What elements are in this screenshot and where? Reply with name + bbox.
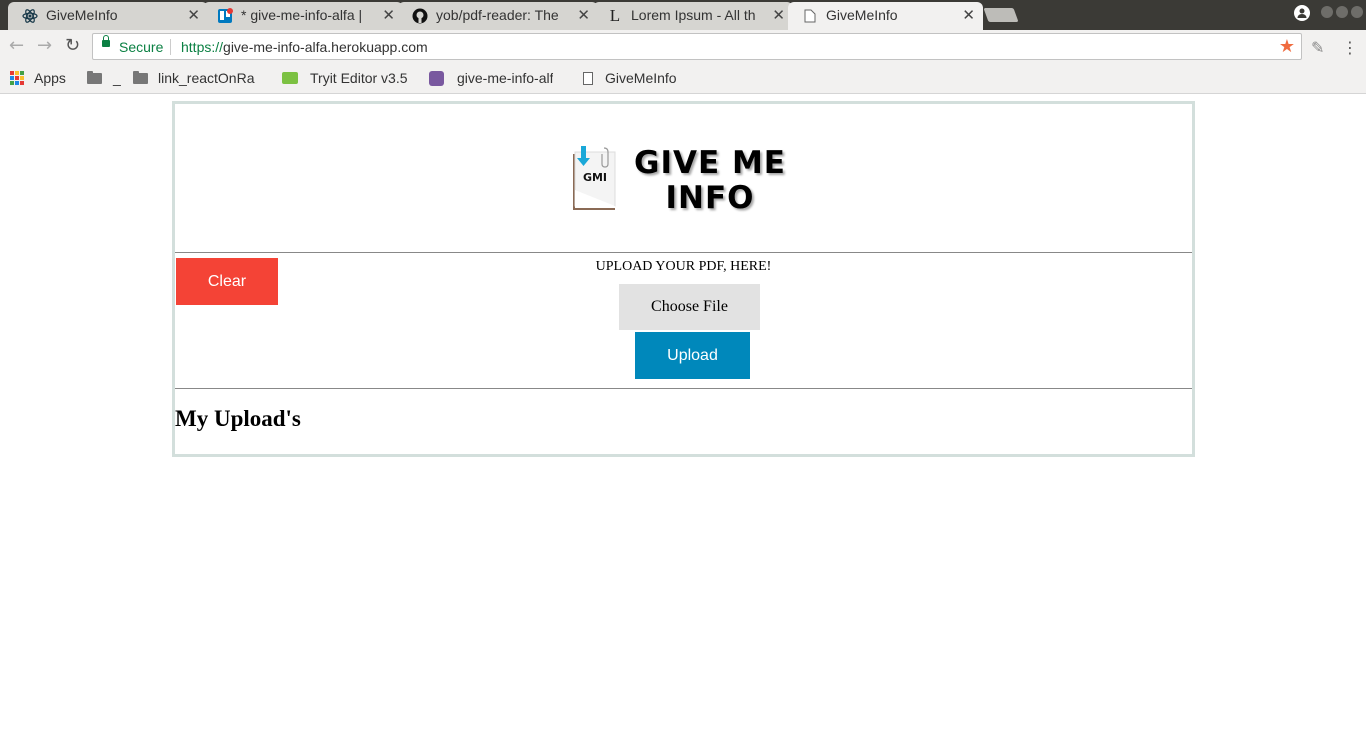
tab-givemeinfo-active[interactable]: GiveMeInfo ✕ [788, 2, 983, 30]
bookmark-apps[interactable]: Apps [10, 69, 66, 87]
bookmark-label: Tryit Editor v3.5 [310, 70, 408, 86]
w3schools-icon [282, 72, 298, 84]
heroku-icon [429, 70, 444, 86]
bookmarks-bar: Apps _ link_reactOnRa Tryit Editor v3.5 … [0, 64, 1366, 94]
upload-button[interactable]: Upload [635, 332, 750, 379]
my-uploads-heading: My Upload's [175, 406, 301, 431]
bookmark-givemeinfo[interactable]: GiveMeInfo [583, 69, 677, 87]
tab-github[interactable]: yob/pdf-reader: The ✕ [398, 2, 598, 30]
folder-icon [133, 70, 148, 84]
close-icon[interactable]: ✕ [187, 6, 200, 24]
url-text[interactable]: https://give-me-info-alfa.herokuapp.com [181, 39, 428, 55]
bookmark-folder-underscore[interactable]: _ [113, 69, 121, 87]
section-divider [175, 388, 1192, 389]
secure-label: Secure [119, 39, 164, 55]
logo-title: GIVE ME INFO [630, 146, 790, 216]
tab-title: Lorem Ipsum - All th [631, 7, 756, 23]
lorem-ipsum-icon: L [609, 6, 621, 25]
github-icon [412, 8, 428, 24]
bookmark-label: Apps [34, 70, 66, 86]
extension-pencil-icon[interactable]: ✎ [1311, 38, 1324, 57]
tab-title: GiveMeInfo [826, 7, 898, 23]
bookmark-heroku[interactable]: give-me-info-alf [429, 69, 553, 87]
browser-menu-icon[interactable]: ⋮ [1342, 38, 1358, 57]
bookmark-folder-link-react[interactable]: link_reactOnRa [133, 69, 255, 87]
tab-trello[interactable]: * give-me-info-alfa | ✕ [203, 2, 403, 30]
bookmark-star-icon[interactable]: ★ [1279, 36, 1295, 57]
upload-prompt: UPLOAD YOUR PDF, HERE! [595, 259, 772, 274]
close-icon[interactable]: ✕ [772, 6, 785, 24]
trello-icon [217, 8, 233, 24]
logo-line-2: INFO [665, 180, 755, 216]
choose-file-button[interactable]: Choose File [619, 284, 760, 330]
tab-title: * give-me-info-alfa | [241, 7, 363, 23]
tab-lorem-ipsum[interactable]: L Lorem Ipsum - All th ✕ [593, 2, 793, 30]
tab-strip: GiveMeInfo ✕ * give-me-info-alfa | ✕ yob… [0, 0, 1366, 30]
maximize-icon[interactable] [1336, 6, 1348, 18]
url-host: give-me-info-alfa.herokuapp.com [223, 39, 428, 55]
address-bar[interactable]: Secure https://give-me-info-alfa.herokua… [92, 33, 1302, 60]
close-icon[interactable]: ✕ [382, 6, 395, 24]
back-icon[interactable]: ← [9, 36, 24, 56]
lock-icon [102, 35, 110, 47]
logo-badge-text: GMI [582, 171, 608, 184]
tab-givemeinfo-1[interactable]: GiveMeInfo ✕ [8, 2, 208, 30]
bookmark-label: _ [113, 70, 121, 86]
new-tab-button[interactable] [983, 8, 1019, 22]
tab-title: GiveMeInfo [46, 7, 118, 23]
forward-icon[interactable]: → [37, 36, 52, 56]
browser-toolbar: ← → ↻ Secure https://give-me-info-alfa.h… [0, 30, 1366, 64]
close-icon[interactable]: ✕ [962, 6, 975, 24]
folder-icon [87, 70, 102, 84]
reload-icon[interactable]: ↻ [65, 36, 80, 56]
close-icon[interactable]: ✕ [577, 6, 590, 24]
page-header: GMI GIVE ME INFO [175, 104, 1192, 252]
bookmark-label: GiveMeInfo [605, 70, 677, 86]
react-icon [22, 8, 38, 24]
logo-line-1: GIVE ME [634, 145, 786, 181]
main-card: GMI GIVE ME INFO Clear UPLOAD YOUR PDF, … [172, 101, 1195, 457]
minimize-icon[interactable] [1321, 6, 1333, 18]
apps-grid-icon [10, 71, 24, 85]
bookmark-label: link_reactOnRa [158, 70, 255, 86]
page-icon [583, 71, 593, 85]
url-scheme: https:// [181, 39, 224, 55]
bookmark-tryit-editor[interactable]: Tryit Editor v3.5 [282, 69, 408, 87]
window-close-icon[interactable] [1351, 6, 1363, 18]
tab-title: yob/pdf-reader: The [436, 7, 559, 23]
bookmark-folder-empty[interactable] [87, 69, 112, 87]
profile-icon[interactable] [1294, 5, 1310, 21]
bookmark-label: give-me-info-alf [457, 70, 554, 86]
page-icon [802, 8, 818, 24]
omnibox-divider [170, 39, 171, 55]
section-divider [175, 252, 1192, 253]
